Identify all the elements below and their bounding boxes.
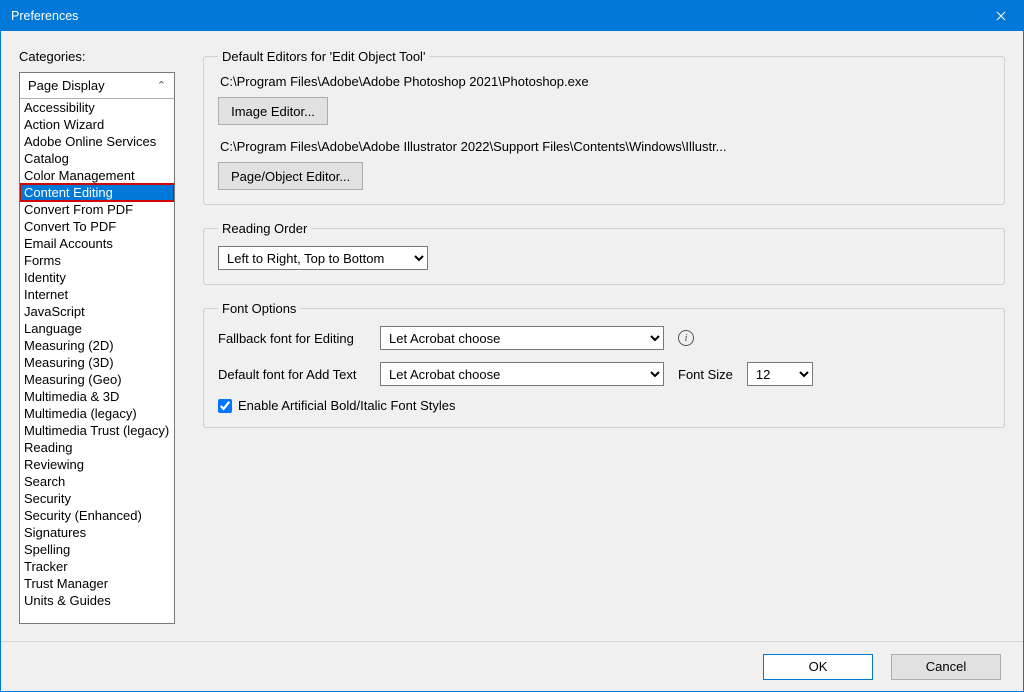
category-item[interactable]: Adobe Online Services (20, 133, 174, 150)
category-item[interactable]: Email Accounts (20, 235, 174, 252)
default-font-select[interactable]: Let Acrobat choose (380, 362, 664, 386)
category-item[interactable]: Multimedia (legacy) (20, 405, 174, 422)
category-item[interactable]: Trust Manager (20, 575, 174, 592)
category-item[interactable]: JavaScript (20, 303, 174, 320)
preferences-window: Preferences Categories: Page Display ⌃ A… (0, 0, 1024, 692)
close-icon (996, 11, 1006, 21)
page-object-editor-button[interactable]: Page/Object Editor... (218, 162, 363, 190)
settings-panel: Default Editors for 'Edit Object Tool' C… (203, 49, 1005, 633)
dialog-body: Categories: Page Display ⌃ Accessibility… (1, 31, 1023, 641)
default-editors-section: Default Editors for 'Edit Object Tool' C… (203, 49, 1005, 205)
category-item[interactable]: Convert To PDF (20, 218, 174, 235)
image-editor-path: C:\Program Files\Adobe\Adobe Photoshop 2… (220, 74, 990, 89)
category-item[interactable]: Units & Guides (20, 592, 174, 609)
chevron-up-icon: ⌃ (157, 79, 166, 92)
category-item[interactable]: Security (20, 490, 174, 507)
category-item[interactable]: Identity (20, 269, 174, 286)
categories-header-text: Page Display (28, 78, 105, 93)
category-item[interactable]: Tracker (20, 558, 174, 575)
page-editor-path: C:\Program Files\Adobe\Adobe Illustrator… (220, 139, 990, 154)
reading-order-section: Reading Order Left to Right, Top to Bott… (203, 221, 1005, 285)
category-item[interactable]: Reviewing (20, 456, 174, 473)
category-item[interactable]: Action Wizard (20, 116, 174, 133)
default-font-label: Default font for Add Text (218, 367, 366, 382)
category-item[interactable]: Multimedia Trust (legacy) (20, 422, 174, 439)
info-icon[interactable]: i (678, 330, 694, 346)
category-item[interactable]: Language (20, 320, 174, 337)
categories-label: Categories: (19, 49, 175, 64)
font-size-select[interactable]: 12 (747, 362, 813, 386)
category-item[interactable]: Measuring (3D) (20, 354, 174, 371)
category-item[interactable]: Color Management (20, 167, 174, 184)
artificial-bold-italic-label[interactable]: Enable Artificial Bold/Italic Font Style… (238, 398, 456, 413)
category-item[interactable]: Catalog (20, 150, 174, 167)
categories-listbox[interactable]: Page Display ⌃ AccessibilityAction Wizar… (19, 72, 175, 624)
category-item[interactable]: Accessibility (20, 99, 174, 116)
fallback-font-select[interactable]: Let Acrobat choose (380, 326, 664, 350)
reading-order-select[interactable]: Left to Right, Top to Bottom (218, 246, 428, 270)
dialog-footer: OK Cancel (1, 641, 1023, 691)
category-item[interactable]: Search (20, 473, 174, 490)
artificial-bold-italic-checkbox[interactable] (218, 399, 232, 413)
reading-order-legend: Reading Order (218, 221, 311, 236)
image-editor-button[interactable]: Image Editor... (218, 97, 328, 125)
cancel-button[interactable]: Cancel (891, 654, 1001, 680)
window-title: Preferences (11, 9, 78, 23)
fallback-font-label: Fallback font for Editing (218, 331, 366, 346)
category-item[interactable]: Reading (20, 439, 174, 456)
titlebar: Preferences (1, 1, 1023, 31)
font-options-section: Font Options Fallback font for Editing L… (203, 301, 1005, 428)
font-options-legend: Font Options (218, 301, 300, 316)
category-item[interactable]: Internet (20, 286, 174, 303)
font-size-label: Font Size (678, 367, 733, 382)
default-editors-legend: Default Editors for 'Edit Object Tool' (218, 49, 429, 64)
category-item[interactable]: Content Editing (20, 184, 174, 201)
categories-column: Categories: Page Display ⌃ Accessibility… (19, 49, 175, 633)
category-item[interactable]: Multimedia & 3D (20, 388, 174, 405)
ok-button[interactable]: OK (763, 654, 873, 680)
category-item[interactable]: Signatures (20, 524, 174, 541)
category-item[interactable]: Spelling (20, 541, 174, 558)
window-close-button[interactable] (978, 1, 1023, 31)
category-item[interactable]: Measuring (2D) (20, 337, 174, 354)
category-item[interactable]: Forms (20, 252, 174, 269)
category-item[interactable]: Security (Enhanced) (20, 507, 174, 524)
categories-header[interactable]: Page Display ⌃ (20, 73, 174, 99)
category-item[interactable]: Measuring (Geo) (20, 371, 174, 388)
category-item[interactable]: Convert From PDF (20, 201, 174, 218)
